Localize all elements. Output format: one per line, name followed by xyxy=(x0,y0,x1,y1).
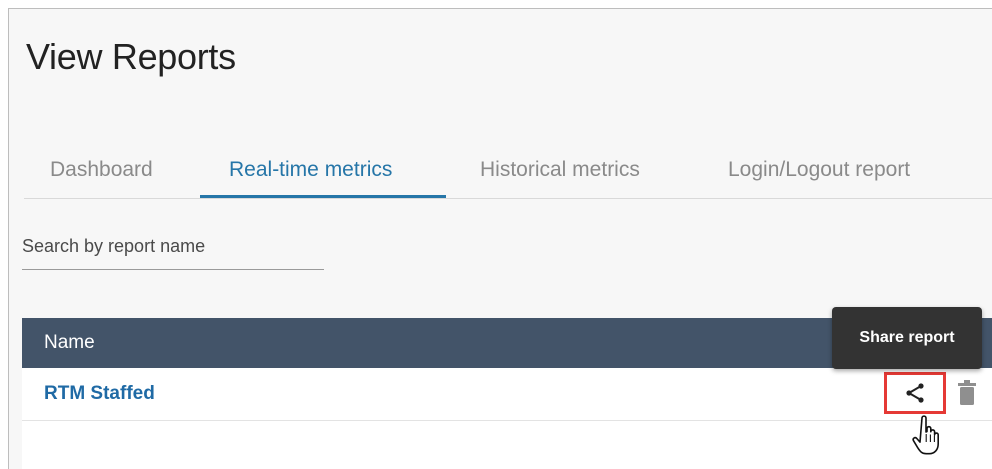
tab-dashboard[interactable]: Dashboard xyxy=(50,158,153,182)
delete-report-button[interactable] xyxy=(956,378,978,408)
share-icon xyxy=(906,383,924,403)
share-report-tooltip: Share report xyxy=(832,307,982,369)
tab-historical-metrics[interactable]: Historical metrics xyxy=(480,158,640,182)
report-tabs: Dashboard Real-time metrics Historical m… xyxy=(24,140,992,200)
tab-login-logout-report[interactable]: Login/Logout report xyxy=(728,158,910,182)
hand-pointer-cursor-icon xyxy=(912,415,939,455)
tab-divider xyxy=(24,198,992,199)
page-title: View Reports xyxy=(26,36,236,77)
report-name-link[interactable]: RTM Staffed xyxy=(44,383,155,405)
column-header-name[interactable]: Name xyxy=(44,332,95,354)
search-field xyxy=(22,228,324,270)
table-empty-area xyxy=(22,421,992,469)
tab-real-time-metrics[interactable]: Real-time metrics xyxy=(229,158,392,182)
table-row: RTM Staffed xyxy=(22,368,992,421)
active-tab-indicator xyxy=(200,195,446,198)
search-input[interactable] xyxy=(22,230,324,262)
trash-icon xyxy=(958,380,976,405)
share-report-button[interactable] xyxy=(884,372,946,414)
